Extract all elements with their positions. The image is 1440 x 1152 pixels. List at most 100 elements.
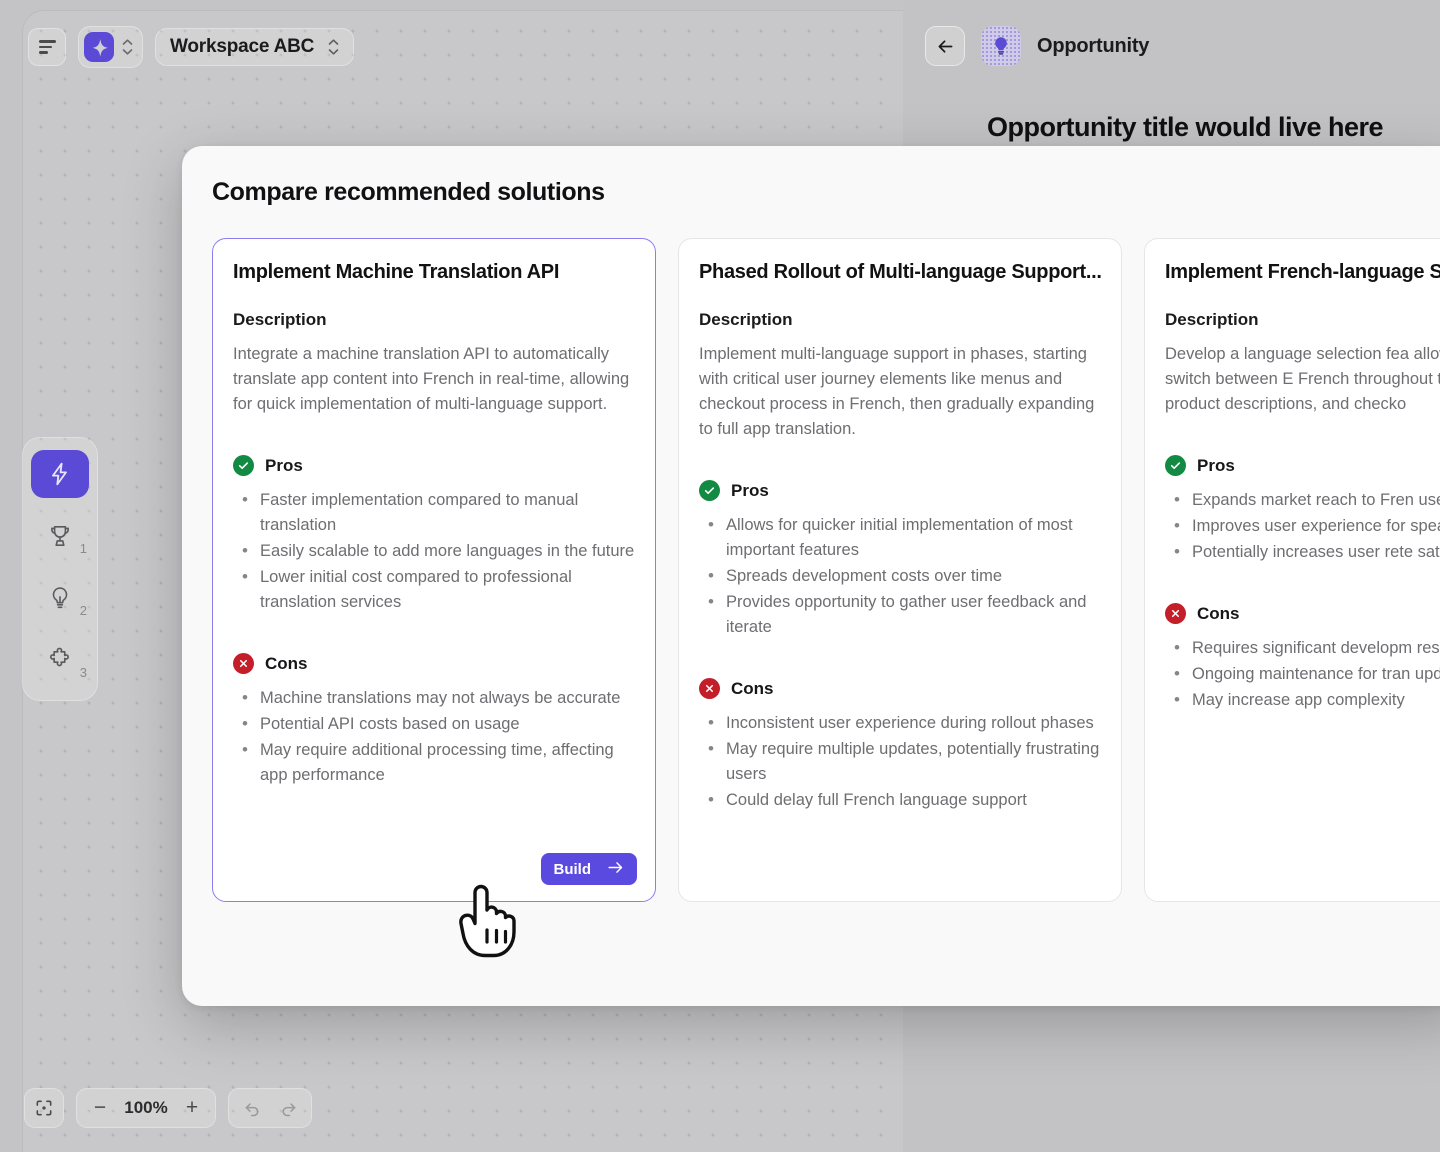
undo-button[interactable] (235, 1092, 269, 1124)
redo-icon (281, 1102, 295, 1116)
build-button[interactable]: Build (540, 853, 637, 885)
compare-solutions-modal: Compare recommended solutions Implement … (182, 146, 1440, 1006)
fit-to-screen-button[interactable] (24, 1088, 64, 1128)
cons-list: Inconsistent user experience during roll… (699, 710, 1101, 813)
pros-label: Pros (731, 480, 769, 500)
lightning-bolt-icon (52, 462, 67, 486)
solution-title: Implement French-language Sup (1165, 261, 1440, 283)
cons-header: Cons (1165, 603, 1440, 624)
check-circle-icon (1165, 455, 1186, 476)
rail-item-badge: 3 (79, 665, 87, 680)
list-item: May increase app complexity (1165, 687, 1440, 713)
chevron-updown-icon (328, 39, 339, 55)
canvas-left-rail: 1 2 3 (22, 437, 98, 701)
solution-card[interactable]: Implement French-language Sup Descriptio… (1144, 238, 1440, 902)
pros-header: Pros (1165, 455, 1440, 476)
list-item: Lower initial cost compared to professio… (233, 564, 635, 615)
opportunity-title: Opportunity title would live here (987, 112, 1384, 142)
workspace-logo-switcher[interactable] (78, 26, 143, 68)
puzzle-piece-icon (50, 647, 69, 667)
pros-label: Pros (265, 455, 303, 475)
x-circle-icon (699, 678, 720, 699)
rail-item-trophy[interactable]: 1 (31, 512, 89, 560)
pros-label: Pros (1197, 455, 1235, 475)
solution-card[interactable]: Implement Machine Translation API Descri… (212, 238, 656, 902)
pros-list: Expands market reach to Fren users Impro… (1165, 487, 1440, 565)
opportunity-type-label: Opportunity (1037, 34, 1150, 57)
list-item: Ongoing maintenance for tran updates (1165, 661, 1440, 687)
list-item: Provides opportunity to gather user feed… (699, 589, 1101, 640)
back-button[interactable] (925, 26, 965, 66)
sparkle-logo-icon (84, 32, 114, 62)
app-root: Workspace ABC 1 2 3 − 100% + Opportunity… (0, 0, 1440, 1152)
list-item: Could delay full French language support (699, 787, 1101, 813)
zoom-control: − 100% + (76, 1088, 216, 1128)
solution-description: Develop a language selection fea allows … (1165, 345, 1440, 413)
zoom-in-button[interactable]: + (177, 1092, 207, 1124)
rail-item-badge: 1 (79, 541, 87, 556)
list-item: Potentially increases user rete satisfac… (1165, 539, 1440, 565)
cons-label: Cons (1197, 603, 1240, 623)
list-item: Machine translations may not always be a… (233, 685, 635, 711)
cons-header: Cons (699, 678, 1101, 699)
build-button-label: Build (553, 860, 592, 878)
arrow-left-icon (938, 39, 952, 53)
cons-label: Cons (731, 678, 774, 698)
list-item: Inconsistent user experience during roll… (699, 710, 1101, 736)
x-circle-icon (233, 653, 254, 674)
pros-header: Pros (233, 455, 635, 476)
canvas-top-toolbar: Workspace ABC (28, 26, 355, 68)
list-item: Requires significant developm resources (1165, 635, 1440, 661)
solution-cards: Implement Machine Translation API Descri… (212, 238, 1440, 902)
fit-to-screen-icon (36, 1100, 52, 1116)
cons-list: Machine translations may not always be a… (233, 685, 635, 788)
solution-description: Integrate a machine translation API to a… (233, 345, 630, 413)
description-label: Description (699, 310, 793, 329)
arrow-right-icon (607, 860, 624, 879)
chevron-updown-icon (122, 39, 133, 55)
rail-item-lightbulb[interactable]: 2 (31, 574, 89, 622)
rail-item-badge: 2 (79, 603, 87, 618)
solution-title: Implement Machine Translation API (233, 261, 560, 283)
list-item: Improves user experience for speakers (1165, 513, 1440, 539)
cons-header: Cons (233, 653, 635, 674)
modal-title: Compare recommended solutions (212, 178, 605, 206)
undo-icon (245, 1102, 259, 1116)
list-item: Expands market reach to Fren users (1165, 487, 1440, 513)
list-item: Easily scalable to add more languages in… (233, 538, 635, 564)
history-control (228, 1088, 312, 1128)
canvas-bottom-toolbar: − 100% + (24, 1088, 312, 1128)
rail-item-puzzle[interactable]: 3 (31, 636, 89, 684)
pros-list: Faster implementation compared to manual… (233, 487, 635, 615)
redo-button[interactable] (271, 1092, 305, 1124)
description-label: Description (233, 310, 327, 329)
x-circle-icon (1165, 603, 1186, 624)
list-item: May require additional processing time, … (233, 737, 635, 788)
lightbulb-icon (52, 587, 68, 609)
check-circle-icon (699, 480, 720, 501)
solution-title: Phased Rollout of Multi-language Support… (699, 261, 1101, 283)
list-item: Allows for quicker initial implementatio… (699, 512, 1101, 563)
pros-list: Allows for quicker initial implementatio… (699, 512, 1101, 640)
cons-list: Requires significant developm resources … (1165, 635, 1440, 713)
rail-item-bolt[interactable] (31, 450, 89, 498)
workspace-name: Workspace ABC (170, 36, 315, 57)
solution-card[interactable]: Phased Rollout of Multi-language Support… (678, 238, 1122, 902)
lightbulb-icon (981, 26, 1021, 66)
cons-label: Cons (265, 653, 308, 673)
opportunity-header: Opportunity (903, 0, 1440, 66)
list-item: Faster implementation compared to manual… (233, 487, 635, 538)
description-label: Description (1165, 310, 1259, 329)
menu-button[interactable] (28, 28, 66, 66)
pros-header: Pros (699, 480, 1101, 501)
workspace-selector[interactable]: Workspace ABC (155, 28, 355, 66)
zoom-out-button[interactable]: − (85, 1092, 115, 1124)
list-item: Potential API costs based on usage (233, 711, 635, 737)
solution-description: Implement multi-language support in phas… (699, 345, 1095, 438)
trophy-icon (51, 525, 69, 547)
hamburger-menu-icon (38, 40, 56, 54)
zoom-level: 100% (124, 1098, 168, 1117)
list-item: Spreads development costs over time (699, 563, 1101, 589)
check-circle-icon (233, 455, 254, 476)
list-item: May require multiple updates, potentiall… (699, 736, 1101, 787)
